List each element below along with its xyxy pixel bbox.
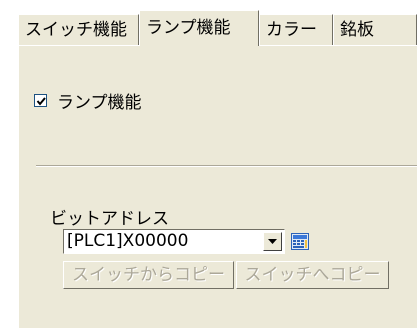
lamp-function-checkbox-row[interactable]: ランプ機能 — [34, 88, 142, 113]
keypad-icon[interactable] — [291, 233, 309, 250]
lamp-function-checkbox[interactable] — [34, 94, 47, 107]
bit-address-label: ビットアドレス — [50, 209, 169, 229]
copy-to-switch-button[interactable]: スイッチへコピー — [236, 261, 389, 289]
copy-from-switch-label: スイッチからコピー — [72, 265, 225, 285]
tab-label: ランプ機能 — [146, 18, 231, 38]
checkmark-icon — [36, 97, 46, 106]
tab-label: 銘板 — [340, 20, 374, 40]
section-separator — [36, 165, 417, 167]
tab-label: スイッチ機能 — [25, 20, 127, 40]
tab-nameplate[interactable]: 銘板 — [333, 14, 417, 46]
bit-address-dropdown-button[interactable] — [263, 232, 282, 251]
lamp-function-label: ランプ機能 — [57, 93, 142, 113]
copy-to-switch-label: スイッチへコピー — [244, 265, 381, 285]
bit-address-combobox[interactable]: [PLC1]X00000 — [63, 229, 285, 254]
active-tab-joint — [140, 44, 258, 47]
tab-switch-function[interactable]: スイッチ機能 — [18, 14, 139, 46]
copy-from-switch-button[interactable]: スイッチからコピー — [63, 261, 234, 289]
bit-address-value[interactable]: [PLC1]X00000 — [67, 230, 188, 252]
tab-color[interactable]: カラー — [259, 14, 333, 46]
tab-label: カラー — [266, 20, 317, 40]
tab-lamp-function[interactable]: ランプ機能 — [139, 10, 259, 46]
chevron-down-icon — [268, 239, 277, 244]
lamp-settings-dialog: スイッチ機能 ランプ機能 カラー 銘板 ランプ機能 ビットアドレス [PLC1]… — [0, 0, 417, 328]
